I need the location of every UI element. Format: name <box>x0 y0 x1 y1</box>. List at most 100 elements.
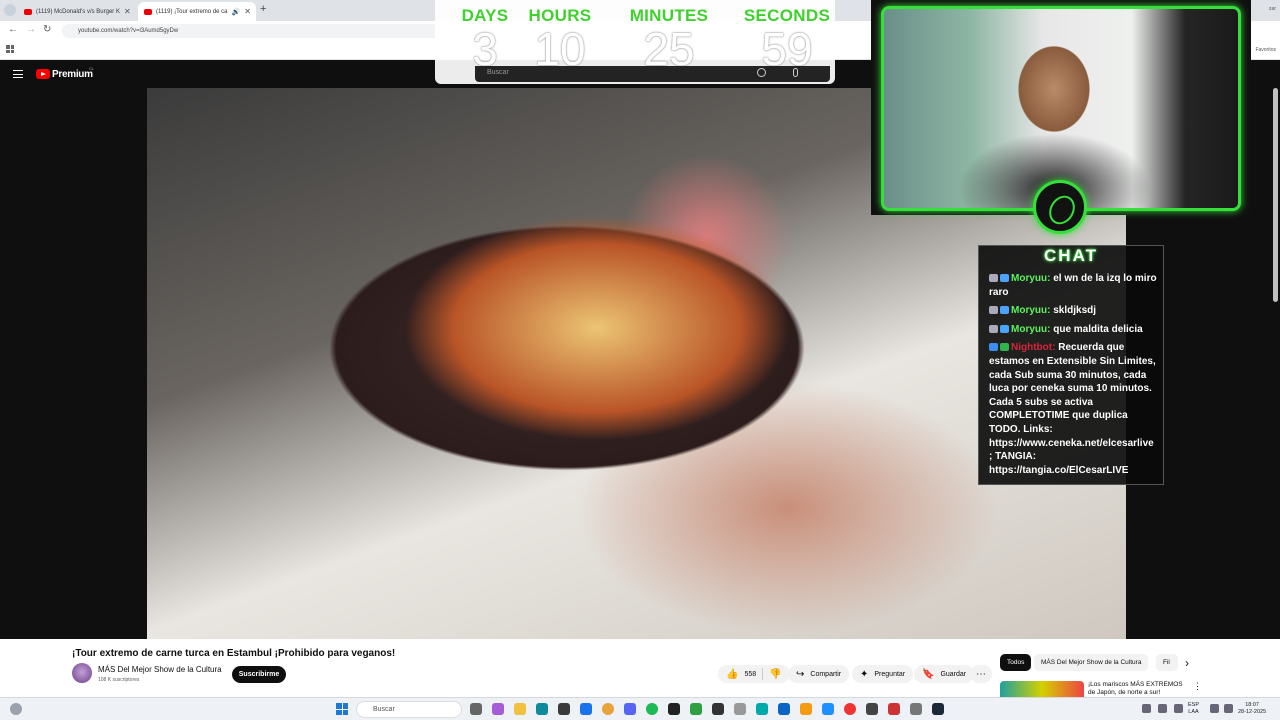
like-count[interactable]: 558 <box>744 671 756 678</box>
obs-icon[interactable] <box>844 703 856 715</box>
page-scrollbar[interactable] <box>1273 88 1278 302</box>
app-icon[interactable] <box>778 703 790 715</box>
chrome-icon[interactable] <box>602 703 614 715</box>
edge-icon[interactable] <box>536 703 548 715</box>
share-button[interactable]: ↪ Compartir <box>788 665 850 683</box>
tab-tour-extremo[interactable]: (1119) ¡Tour extremo de ca 🔊 ✕ <box>138 2 256 21</box>
chip-more[interactable]: Fil <box>1156 654 1178 671</box>
chevron-right-icon[interactable]: › <box>1185 656 1189 670</box>
streamer-logo-icon <box>1033 180 1087 234</box>
app-icon[interactable] <box>888 703 900 715</box>
discord-icon[interactable] <box>624 703 636 715</box>
thumbs-up-icon[interactable]: 👍 <box>726 669 738 680</box>
weather-widget-icon[interactable] <box>10 703 22 715</box>
youtube-search-bar[interactable]: Buscar <box>475 66 830 82</box>
bookmark-icon: 🔖 <box>922 668 935 680</box>
app-icon[interactable] <box>866 703 878 715</box>
app-icon[interactable] <box>690 703 702 715</box>
chat-text: Recuerda que estamos en Extensible Sin L… <box>989 342 1156 476</box>
windows-taskbar: Buscar ESP LAA 18:07 28-12-2025 <box>0 697 1280 720</box>
search-icon[interactable] <box>757 68 766 77</box>
taskbar-search[interactable]: Buscar <box>356 701 462 718</box>
task-view-icon[interactable] <box>470 703 482 715</box>
reload-icon[interactable]: ↻ <box>43 24 51 35</box>
new-tab-button[interactable]: + <box>260 3 266 15</box>
channel-avatar[interactable] <box>72 663 92 683</box>
youtube-logo-icon[interactable] <box>36 69 50 79</box>
app-icon[interactable] <box>668 703 680 715</box>
chip-todos[interactable]: Todos <box>1000 654 1032 671</box>
tab-label: (1119) ¡Tour extremo de ca <box>156 8 228 15</box>
chat-text: que maldita delicia <box>1053 323 1143 335</box>
steam-icon[interactable] <box>932 703 944 715</box>
volume-icon[interactable] <box>1224 704 1233 713</box>
clock[interactable]: 18:07 28-12-2025 <box>1238 702 1266 716</box>
taskbar-search-placeholder: Buscar <box>373 706 395 713</box>
app-icon[interactable] <box>822 703 834 715</box>
chat-username: Moryuu: <box>1011 323 1051 335</box>
chat-username: Moryuu: <box>1011 305 1051 317</box>
terminal-icon[interactable] <box>712 703 724 715</box>
ask-label: Preguntar <box>874 670 906 678</box>
store-icon[interactable] <box>558 703 570 715</box>
subscribe-button[interactable]: Suscribirme <box>232 666 286 683</box>
chip-channel[interactable]: MÁS Del Mejor Show de la Cultura <box>1034 654 1149 671</box>
share-icon: ↪ <box>796 668 805 680</box>
network-icon[interactable] <box>1210 704 1219 713</box>
app-icon[interactable] <box>756 703 768 715</box>
hamburger-menu-icon[interactable] <box>13 70 23 78</box>
close-tab-icon[interactable]: ✕ <box>124 7 131 16</box>
spotify-icon[interactable] <box>646 703 658 715</box>
language-indicator[interactable]: ESP LAA <box>1188 702 1199 716</box>
right-chrome-label[interactable]: zar <box>1269 6 1276 12</box>
apps-grid-icon[interactable] <box>6 45 14 53</box>
file-explorer-icon[interactable] <box>514 703 526 715</box>
save-label: Guardar <box>940 670 967 678</box>
profile-icon[interactable] <box>4 4 16 16</box>
start-menu-icon[interactable] <box>336 703 348 715</box>
clock-time: 18:07 <box>1245 702 1259 708</box>
back-icon[interactable]: ← <box>8 24 18 35</box>
divider <box>762 668 764 680</box>
speaker-icon[interactable]: 🔊 <box>231 8 240 16</box>
gem-icon <box>1000 274 1009 282</box>
favorites-link[interactable]: Favoritos <box>1255 47 1276 53</box>
chat-message: Moryuu: el wn de la izq lo miro raro <box>989 272 1159 299</box>
recommendation-title[interactable]: ¡Los mariscos MÁS EXTREMOS de Japón, de … <box>1088 681 1188 697</box>
chat-message: Nightbot: Recuerda que estamos en Extens… <box>989 341 1159 477</box>
outlook-icon[interactable] <box>580 703 592 715</box>
youtube-premium-logo[interactable]: Premium <box>52 69 93 80</box>
bot-badge-icon <box>1000 343 1009 352</box>
thumbs-down-icon[interactable]: 👎 <box>769 669 781 680</box>
tray-chevron-icon[interactable] <box>1142 704 1151 713</box>
chat-message: Moryuu: skldjksdj <box>989 304 1159 318</box>
app-icon[interactable] <box>734 703 746 715</box>
youtube-favicon-icon <box>24 8 32 15</box>
channel-name[interactable]: MÁS Del Mejor Show de la Cultura <box>98 665 222 674</box>
tab-mcdonalds[interactable]: (1119) McDonald's v/s Burger K ✕ <box>18 2 136 21</box>
subscriber-count: 108 K suscriptores <box>98 677 140 683</box>
active-app-icon[interactable] <box>800 703 812 715</box>
recommendation-thumbnail[interactable] <box>1000 681 1084 697</box>
microphone-icon[interactable] <box>793 68 798 77</box>
forward-icon[interactable]: → <box>26 24 36 35</box>
tray-app-icon[interactable] <box>1174 704 1183 713</box>
more-horizontal-icon: ⋯ <box>976 668 986 680</box>
sword-icon <box>989 343 998 352</box>
youtube-favicon-icon <box>144 8 152 15</box>
countdown-minutes: MINUTES 25 <box>615 0 723 76</box>
language-bottom: LAA <box>1188 709 1199 715</box>
ask-button[interactable]: ✦ Preguntar <box>852 665 914 683</box>
more-actions-button[interactable]: ⋯ <box>970 665 992 683</box>
settings-icon[interactable] <box>910 703 922 715</box>
more-vertical-icon[interactable]: ⋮ <box>1193 681 1202 692</box>
video-info-panel: ¡Tour extremo de carne turca en Estambul… <box>0 639 1280 697</box>
chat-title: CHAT <box>1044 246 1098 265</box>
url-text: youtube.com/watch?v=l3Aumd5gyDw <box>78 28 179 34</box>
close-tab-icon[interactable]: ✕ <box>244 7 251 16</box>
share-label: Compartir <box>810 670 842 678</box>
url-field[interactable]: youtube.com/watch?v=l3Aumd5gyDw <box>62 24 442 38</box>
tray-app-icon[interactable] <box>1158 704 1167 713</box>
save-button[interactable]: 🔖 Guardar <box>914 665 975 683</box>
copilot-icon[interactable] <box>492 703 504 715</box>
